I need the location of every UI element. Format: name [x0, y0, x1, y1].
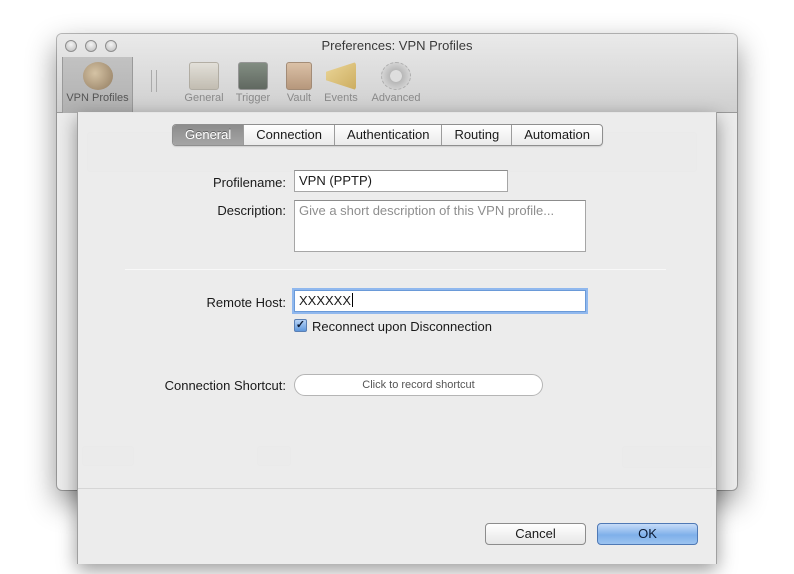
cancel-button[interactable]: Cancel: [485, 523, 586, 545]
reconnect-checkbox[interactable]: ✓: [294, 319, 307, 332]
remote-host-value: XXXXXX: [299, 293, 352, 308]
toolbar-vpn-profiles[interactable]: VPN Profiles: [62, 57, 133, 113]
window-title: Preferences: VPN Profiles: [321, 38, 473, 53]
gear-icon: [381, 62, 411, 90]
section-divider: [125, 269, 666, 270]
profilename-label: Profilename:: [213, 175, 286, 190]
description-field[interactable]: Give a short description of this VPN pro…: [294, 200, 586, 252]
vault-safe-icon: [286, 62, 312, 90]
toolbar-label: Vault: [286, 92, 312, 104]
tab-general[interactable]: General: [173, 125, 244, 145]
tab-connection[interactable]: Connection: [243, 125, 334, 145]
tab-bar: General Connection Authentication Routin…: [172, 124, 604, 146]
titlebar: Preferences: VPN Profiles VPN Profiles G…: [57, 34, 737, 113]
profilename-field[interactable]: VPN (PPTP): [294, 170, 508, 192]
description-label: Description:: [217, 203, 286, 218]
remote-host-field[interactable]: XXXXXX: [294, 290, 586, 312]
tab-authentication[interactable]: Authentication: [334, 125, 441, 145]
toolbar-advanced[interactable]: Advanced: [366, 62, 426, 110]
tab-routing[interactable]: Routing: [441, 125, 511, 145]
profile-editor-sheet: General Connection Authentication Routin…: [77, 112, 717, 564]
toolbar-label: Events: [324, 92, 358, 104]
toolbar-label: Trigger: [235, 92, 271, 104]
toolbar-events[interactable]: Events: [321, 62, 361, 110]
toolbar-general[interactable]: General: [181, 62, 227, 110]
ok-button[interactable]: OK: [597, 523, 698, 545]
screen: Preferences: VPN Profiles VPN Profiles G…: [0, 0, 794, 574]
toolbar-trigger[interactable]: Trigger: [231, 62, 275, 110]
network-globe-icon: [82, 62, 113, 90]
tab-automation[interactable]: Automation: [511, 125, 602, 145]
sheet-button-bar: Cancel OK: [78, 488, 716, 564]
toolbar-label: VPN Profiles: [66, 92, 129, 104]
connection-shortcut-label: Connection Shortcut:: [164, 378, 286, 393]
toolbar-label: General: [184, 92, 224, 104]
reconnect-label: Reconnect upon Disconnection: [312, 319, 492, 334]
toolbar-separator: [151, 70, 157, 92]
text-caret: [352, 293, 354, 307]
remote-host-label: Remote Host:: [206, 295, 286, 310]
toolbar-label: Advanced: [371, 92, 421, 104]
shortcut-recorder[interactable]: Click to record shortcut: [294, 374, 543, 396]
megaphone-icon: [326, 62, 356, 90]
toolbar-vault[interactable]: Vault: [282, 62, 316, 110]
trigger-monitor-icon: [238, 62, 268, 90]
general-switch-icon: [189, 62, 219, 90]
checkmark-icon: ✓: [295, 319, 306, 331]
